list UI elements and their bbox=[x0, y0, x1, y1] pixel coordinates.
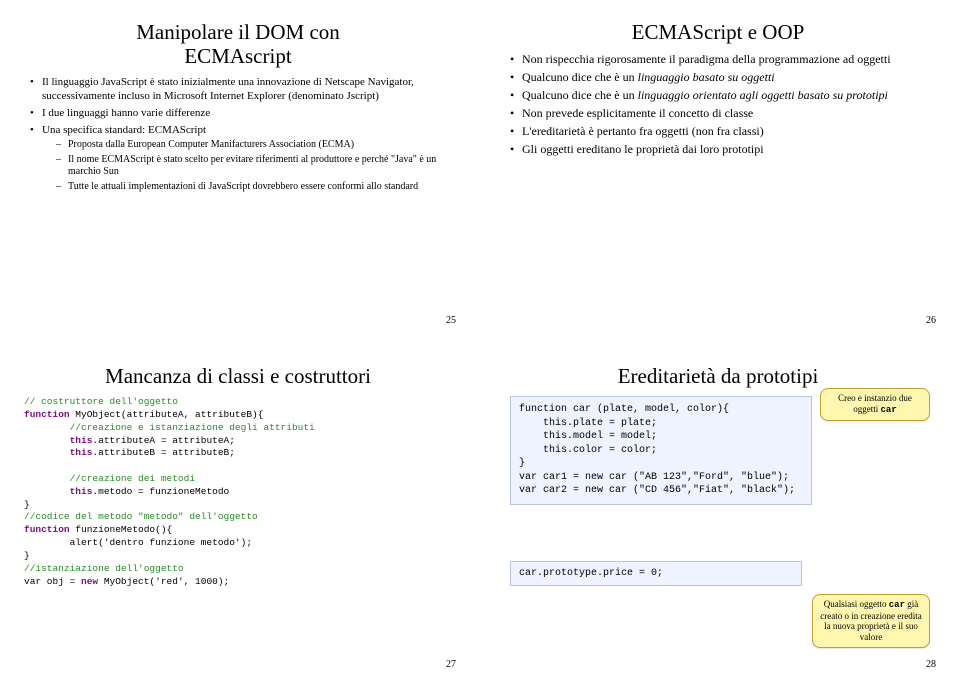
code-indent bbox=[24, 435, 70, 446]
bullet: Non prevede esplicitamente il concetto d… bbox=[510, 106, 932, 121]
sub-bullet: Il nome ECMAScript è stato scelto per ev… bbox=[56, 154, 452, 179]
bullet: L'ereditarietà è pertanto fra oggetti (n… bbox=[510, 124, 932, 139]
page-number: 25 bbox=[446, 315, 456, 326]
code-box: car.prototype.price = 0; bbox=[510, 561, 802, 586]
bullet: Non rispecchia rigorosamente il paradigm… bbox=[510, 52, 932, 67]
slide-title: Ereditarietà da prototipi bbox=[504, 364, 932, 388]
code-kw: function bbox=[24, 409, 70, 420]
sub-bullet-list: Proposta dalla European Computer Manifac… bbox=[42, 139, 452, 193]
note-callout: Qualsiasi oggetto car già creato o in cr… bbox=[812, 594, 930, 648]
code-kw: this bbox=[70, 435, 93, 446]
note-code: car bbox=[889, 600, 905, 610]
code-line: MyObject(attributeA, attributeB){ bbox=[70, 409, 264, 420]
code-line: funzioneMetodo(){ bbox=[70, 524, 173, 535]
code-line: .metodo = funzioneMetodo bbox=[92, 486, 229, 497]
code-line: alert('dentro funzione metodo'); bbox=[24, 537, 252, 548]
bullet: Il linguaggio JavaScript è stato inizial… bbox=[30, 76, 452, 104]
sub-bullet: Proposta dalla European Computer Manifac… bbox=[56, 139, 452, 152]
page-number: 26 bbox=[926, 315, 936, 326]
code-line: // costruttore dell'oggetto bbox=[24, 396, 178, 407]
slide-title: Manipolare il DOM con ECMAscript bbox=[24, 20, 452, 68]
code-box: function car (plate, model, color){ this… bbox=[510, 396, 812, 505]
note-code: car bbox=[881, 405, 897, 415]
code-kw: this bbox=[70, 447, 93, 458]
code-kw: new bbox=[81, 576, 98, 587]
bullet-em: linguaggio basato su oggetti bbox=[638, 70, 775, 84]
bullet-text: Qualcuno dice che è un bbox=[522, 70, 638, 84]
slide-27: Mancanza di classi e costruttori // cost… bbox=[8, 352, 468, 674]
code-kw: this bbox=[70, 486, 93, 497]
bullet-text: Qualcuno dice che è un bbox=[522, 88, 638, 102]
page-number: 27 bbox=[446, 659, 456, 670]
slide-25: Manipolare il DOM con ECMAscript Il ling… bbox=[8, 8, 468, 330]
bullet-list: Non rispecchia rigorosamente il paradigm… bbox=[504, 52, 932, 157]
code-indent bbox=[24, 486, 70, 497]
note-callout: Creo e instanzio due oggetti car bbox=[820, 388, 930, 421]
slide-26: ECMAScript e OOP Non rispecchia rigorosa… bbox=[488, 8, 948, 330]
slide-28: Ereditarietà da prototipi function car (… bbox=[488, 352, 948, 674]
code-line: } bbox=[24, 550, 30, 561]
code-line: .attributeA = attributeA; bbox=[92, 435, 235, 446]
page: Manipolare il DOM con ECMAscript Il ling… bbox=[0, 0, 960, 684]
code-line: //codice del metodo "metodo" dell'oggett… bbox=[24, 511, 258, 522]
code-block: // costruttore dell'oggetto function MyO… bbox=[24, 396, 452, 588]
code-indent bbox=[24, 447, 70, 458]
bullet: Qualcuno dice che è un linguaggio orient… bbox=[510, 88, 932, 103]
code-line: MyObject('red', 1000); bbox=[98, 576, 229, 587]
note-text: Qualsiasi oggetto bbox=[824, 599, 889, 609]
bullet-text: Una specifica standard: ECMAScript bbox=[42, 124, 206, 136]
code-line: //creazione dei metodi bbox=[24, 473, 195, 484]
bullet: Gli oggetti ereditano le proprietà dai l… bbox=[510, 142, 932, 157]
code-line: .attributeB = attributeB; bbox=[92, 447, 235, 458]
code-line: } bbox=[24, 499, 30, 510]
bullet: Qualcuno dice che è un linguaggio basato… bbox=[510, 70, 932, 85]
code-kw: function bbox=[24, 524, 70, 535]
code-line: var obj = bbox=[24, 576, 81, 587]
code-line: //istanziazione dell'oggetto bbox=[24, 563, 184, 574]
note-text: Creo e instanzio due oggetti bbox=[838, 393, 912, 414]
bullet-em: linguaggio orientato agli oggetti basato… bbox=[638, 88, 888, 102]
sub-bullet: Tutte le attuali implementazioni di Java… bbox=[56, 181, 452, 194]
bullet: Una specifica standard: ECMAScript Propo… bbox=[30, 124, 452, 194]
page-number: 28 bbox=[926, 659, 936, 670]
bullet-list: Il linguaggio JavaScript è stato inizial… bbox=[24, 76, 452, 193]
code-line: //creazione e istanziazione degli attrib… bbox=[24, 422, 315, 433]
slide-title: Mancanza di classi e costruttori bbox=[24, 364, 452, 388]
bullet: I due linguaggi hanno varie differenze bbox=[30, 107, 452, 121]
slide-title: ECMAScript e OOP bbox=[504, 20, 932, 44]
